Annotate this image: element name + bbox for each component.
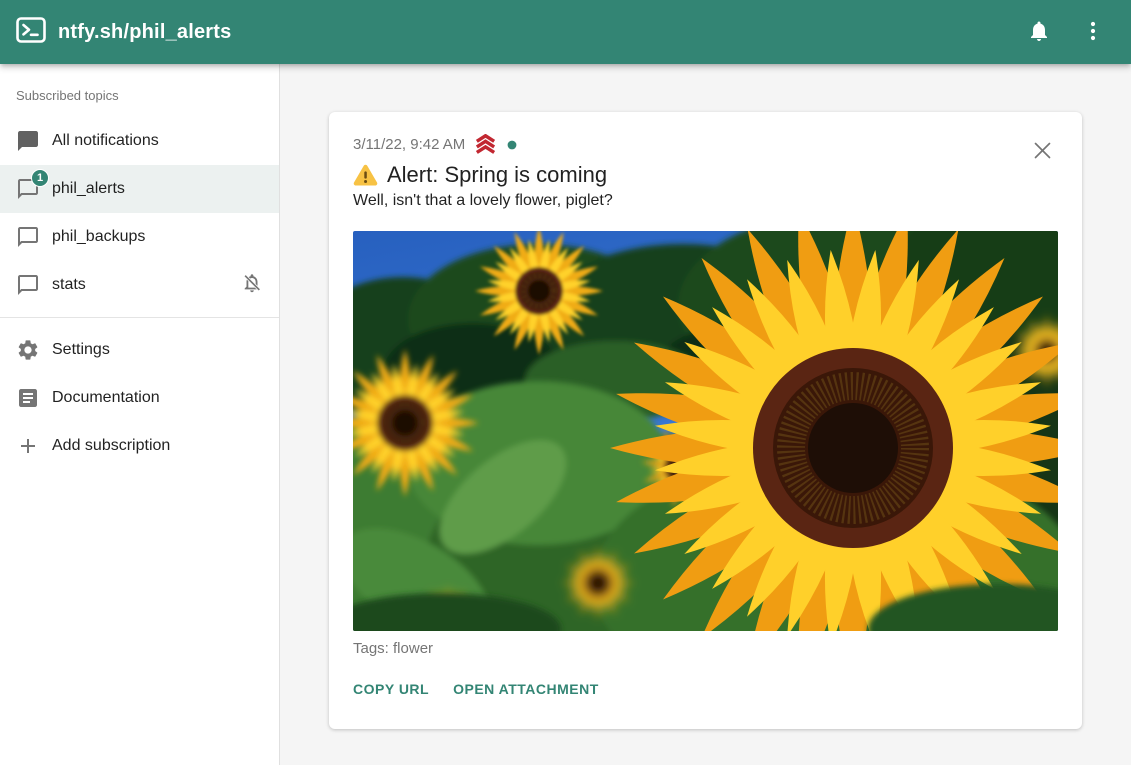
sidebar-item-all-notifications[interactable]: All notifications: [0, 117, 279, 165]
overflow-menu-button[interactable]: [1071, 10, 1115, 54]
sidebar-item-label: Add subscription: [52, 437, 170, 455]
notifications-bell-button[interactable]: [1017, 10, 1061, 54]
notification-tags: Tags: flower: [353, 640, 1058, 657]
unread-dot-icon: [507, 140, 517, 150]
unread-badge: 1: [31, 169, 49, 187]
app-bar: ntfy.sh/phil_alerts: [0, 0, 1131, 64]
kebab-menu-icon: [1081, 19, 1105, 46]
main-content: 3/11/22, 9:42 AM: [280, 64, 1131, 765]
copy-url-button[interactable]: COPY URL: [353, 673, 429, 705]
sidebar-item-label: Documentation: [52, 389, 160, 407]
attachment-image[interactable]: [353, 231, 1058, 631]
sidebar-item-label: phil_backups: [52, 228, 145, 246]
chat-bubble-filled-icon: [16, 129, 40, 153]
bell-icon: [1027, 19, 1051, 46]
open-attachment-button[interactable]: OPEN ATTACHMENT: [453, 673, 599, 705]
plus-icon: [16, 434, 40, 458]
sidebar: Subscribed topics All notifications 1 ph…: [0, 64, 280, 765]
sidebar-item-phil-backups[interactable]: phil_backups: [0, 213, 279, 261]
subscribed-topics-label: Subscribed topics: [0, 88, 279, 103]
sidebar-item-stats[interactable]: stats: [0, 261, 279, 309]
chat-bubble-outline-icon: 1: [16, 177, 40, 201]
sidebar-divider: [0, 317, 279, 318]
bell-off-icon: [241, 272, 263, 299]
gear-icon: [16, 338, 40, 362]
sidebar-item-phil-alerts[interactable]: 1 phil_alerts: [0, 165, 279, 213]
sidebar-item-label: stats: [52, 276, 86, 294]
app-title: ntfy.sh/phil_alerts: [58, 21, 231, 44]
warning-triangle-emoji: [353, 164, 378, 187]
sidebar-item-label: phil_alerts: [52, 180, 125, 198]
notification-body: Well, isn't that a lovely flower, piglet…: [353, 192, 1058, 210]
sidebar-item-label: All notifications: [52, 132, 159, 150]
sidebar-item-add-subscription[interactable]: Add subscription: [0, 422, 279, 470]
chat-bubble-outline-icon: [16, 273, 40, 297]
close-icon: [1032, 140, 1053, 164]
priority-max-icon: [473, 134, 498, 155]
notification-timestamp: 3/11/22, 9:42 AM: [353, 136, 465, 153]
chat-bubble-outline-icon: [16, 225, 40, 249]
document-icon: [16, 386, 40, 410]
close-notification-button[interactable]: [1026, 136, 1058, 168]
notification-title: Alert: Spring is coming: [353, 162, 1058, 188]
sidebar-item-settings[interactable]: Settings: [0, 326, 279, 374]
terminal-logo-icon: [16, 17, 46, 48]
notification-card: 3/11/22, 9:42 AM: [329, 112, 1082, 729]
sidebar-item-label: Settings: [52, 341, 110, 359]
sidebar-item-documentation[interactable]: Documentation: [0, 374, 279, 422]
